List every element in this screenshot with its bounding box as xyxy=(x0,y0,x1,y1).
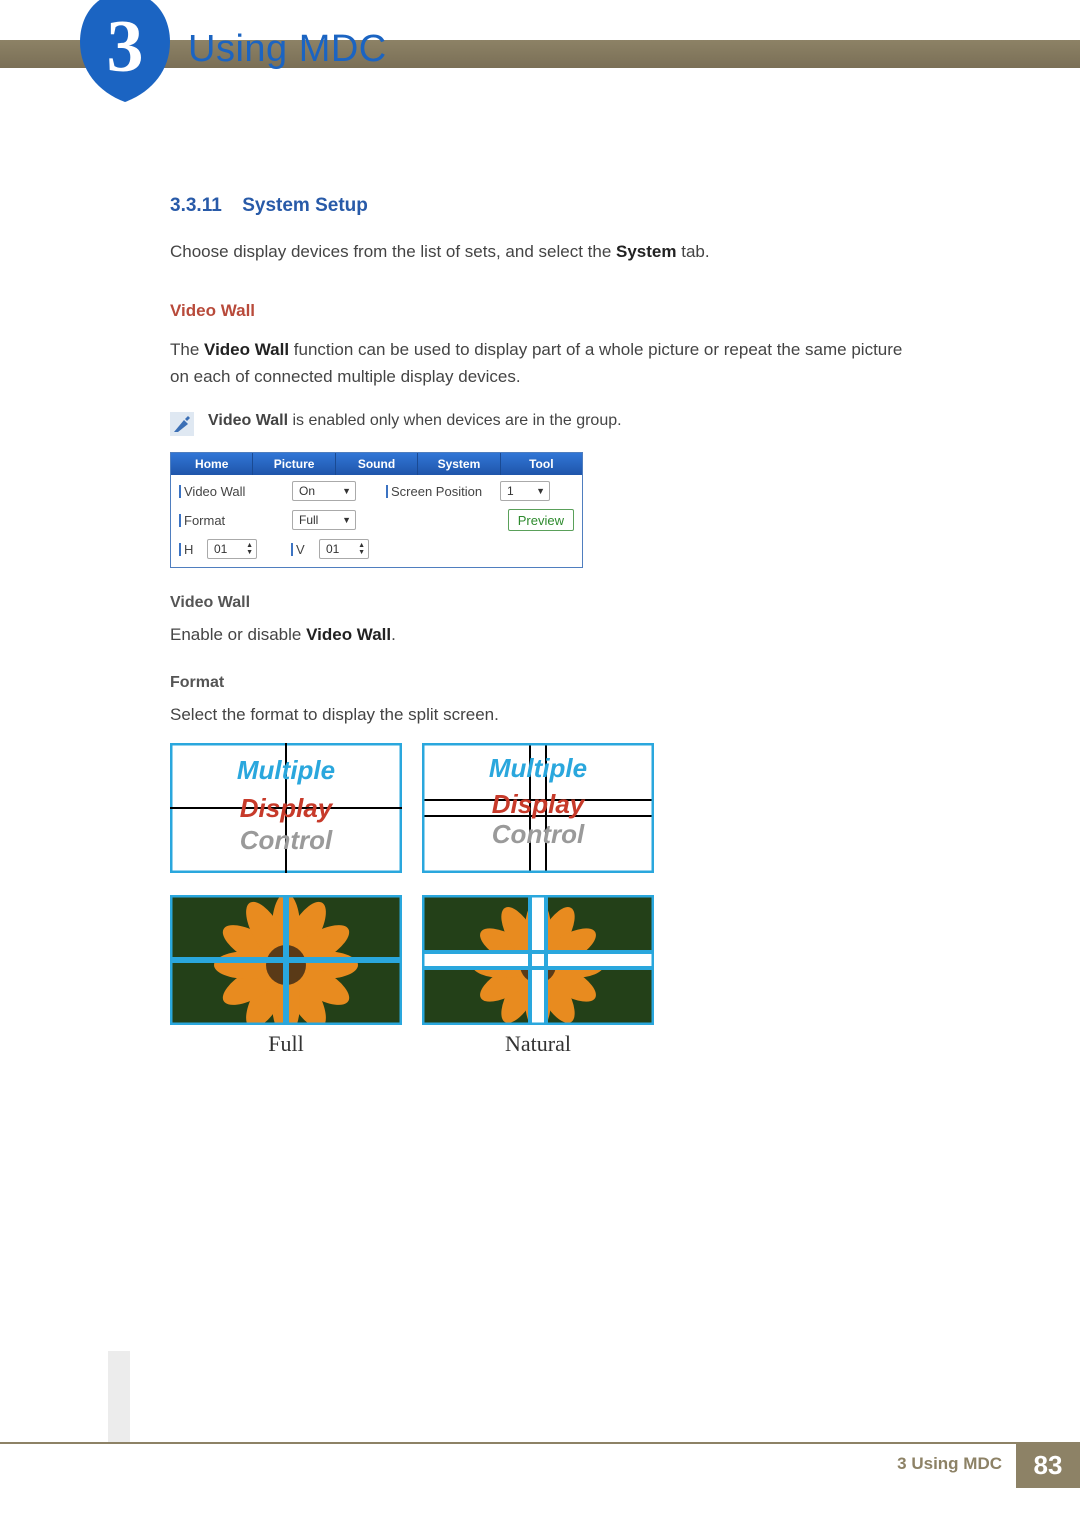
section-title: System Setup xyxy=(242,195,368,216)
svg-text:Control: Control xyxy=(240,825,333,855)
format-examples: Multiple Display Control xyxy=(170,743,920,1025)
format-sub: Format xyxy=(170,674,920,692)
chevron-down-icon: ▼ xyxy=(342,515,351,525)
tab-tool[interactable]: Tool xyxy=(501,453,582,475)
screen-position-dropdown[interactable]: 1 ▼ xyxy=(500,481,550,501)
note-text: Video Wall is enabled only when devices … xyxy=(208,412,622,430)
format-full-photo-example xyxy=(170,895,402,1025)
svg-text:Display: Display xyxy=(492,789,586,819)
section-number: 3.3.11 xyxy=(170,195,222,216)
video-wall-desc: The Video Wall function can be used to d… xyxy=(170,337,920,390)
note-row: Video Wall is enabled only when devices … xyxy=(170,412,920,436)
video-wall-sub: Video Wall xyxy=(170,594,920,612)
preview-button[interactable]: Preview xyxy=(508,509,574,531)
format-natural-text-example: Multiple Display Control xyxy=(422,743,654,873)
format-sub-desc: Select the format to display the split s… xyxy=(170,702,920,728)
tab-system[interactable]: System xyxy=(418,453,500,475)
footer: 3 Using MDC 83 xyxy=(0,1442,1080,1488)
ui-tabs: Home Picture Sound System Tool xyxy=(171,453,582,475)
chapter-number: 3 xyxy=(80,10,170,84)
tab-home[interactable]: Home xyxy=(171,453,253,475)
svg-text:Multiple: Multiple xyxy=(237,755,335,785)
svg-text:Display: Display xyxy=(240,793,334,823)
h-spinner[interactable]: 01 ▲▼ xyxy=(207,539,257,559)
tab-picture[interactable]: Picture xyxy=(253,453,335,475)
format-dropdown[interactable]: Full ▼ xyxy=(292,510,356,530)
section-heading: 3.3.11 System Setup xyxy=(170,195,920,217)
h-label: H xyxy=(179,542,199,557)
chevron-down-icon: ▼ xyxy=(536,486,545,496)
ui-panel: Home Picture Sound System Tool Video Wal… xyxy=(170,452,583,568)
footer-text: 3 Using MDC xyxy=(897,1454,1002,1474)
spinner-arrows-icon: ▲▼ xyxy=(246,542,253,556)
svg-text:Multiple: Multiple xyxy=(489,753,587,783)
footer-bar xyxy=(0,1442,1080,1444)
video-wall-dropdown[interactable]: On ▼ xyxy=(292,481,356,501)
v-label: V xyxy=(291,542,311,557)
format-label-natural: Natural xyxy=(422,1031,654,1057)
format-label-full: Full xyxy=(170,1031,402,1057)
page-title: Using MDC xyxy=(188,28,387,71)
left-stripe xyxy=(108,1351,130,1443)
chapter-badge: 3 xyxy=(80,0,170,102)
format-full-text-example: Multiple Display Control xyxy=(170,743,402,873)
video-wall-label: Video Wall xyxy=(179,484,284,499)
video-wall-heading: Video Wall xyxy=(170,301,920,321)
chevron-down-icon: ▼ xyxy=(342,486,351,496)
tab-sound[interactable]: Sound xyxy=(336,453,418,475)
section-intro: Choose display devices from the list of … xyxy=(170,239,920,265)
screen-position-label: Screen Position xyxy=(386,484,492,499)
format-natural-photo-example xyxy=(422,895,654,1025)
footer-page-number: 83 xyxy=(1016,1442,1080,1488)
video-wall-sub-desc: Enable or disable Video Wall. xyxy=(170,622,920,648)
v-spinner[interactable]: 01 ▲▼ xyxy=(319,539,369,559)
spinner-arrows-icon: ▲▼ xyxy=(358,542,365,556)
format-label: Format xyxy=(179,513,284,528)
svg-text:Control: Control xyxy=(492,819,585,849)
note-icon xyxy=(170,412,194,436)
